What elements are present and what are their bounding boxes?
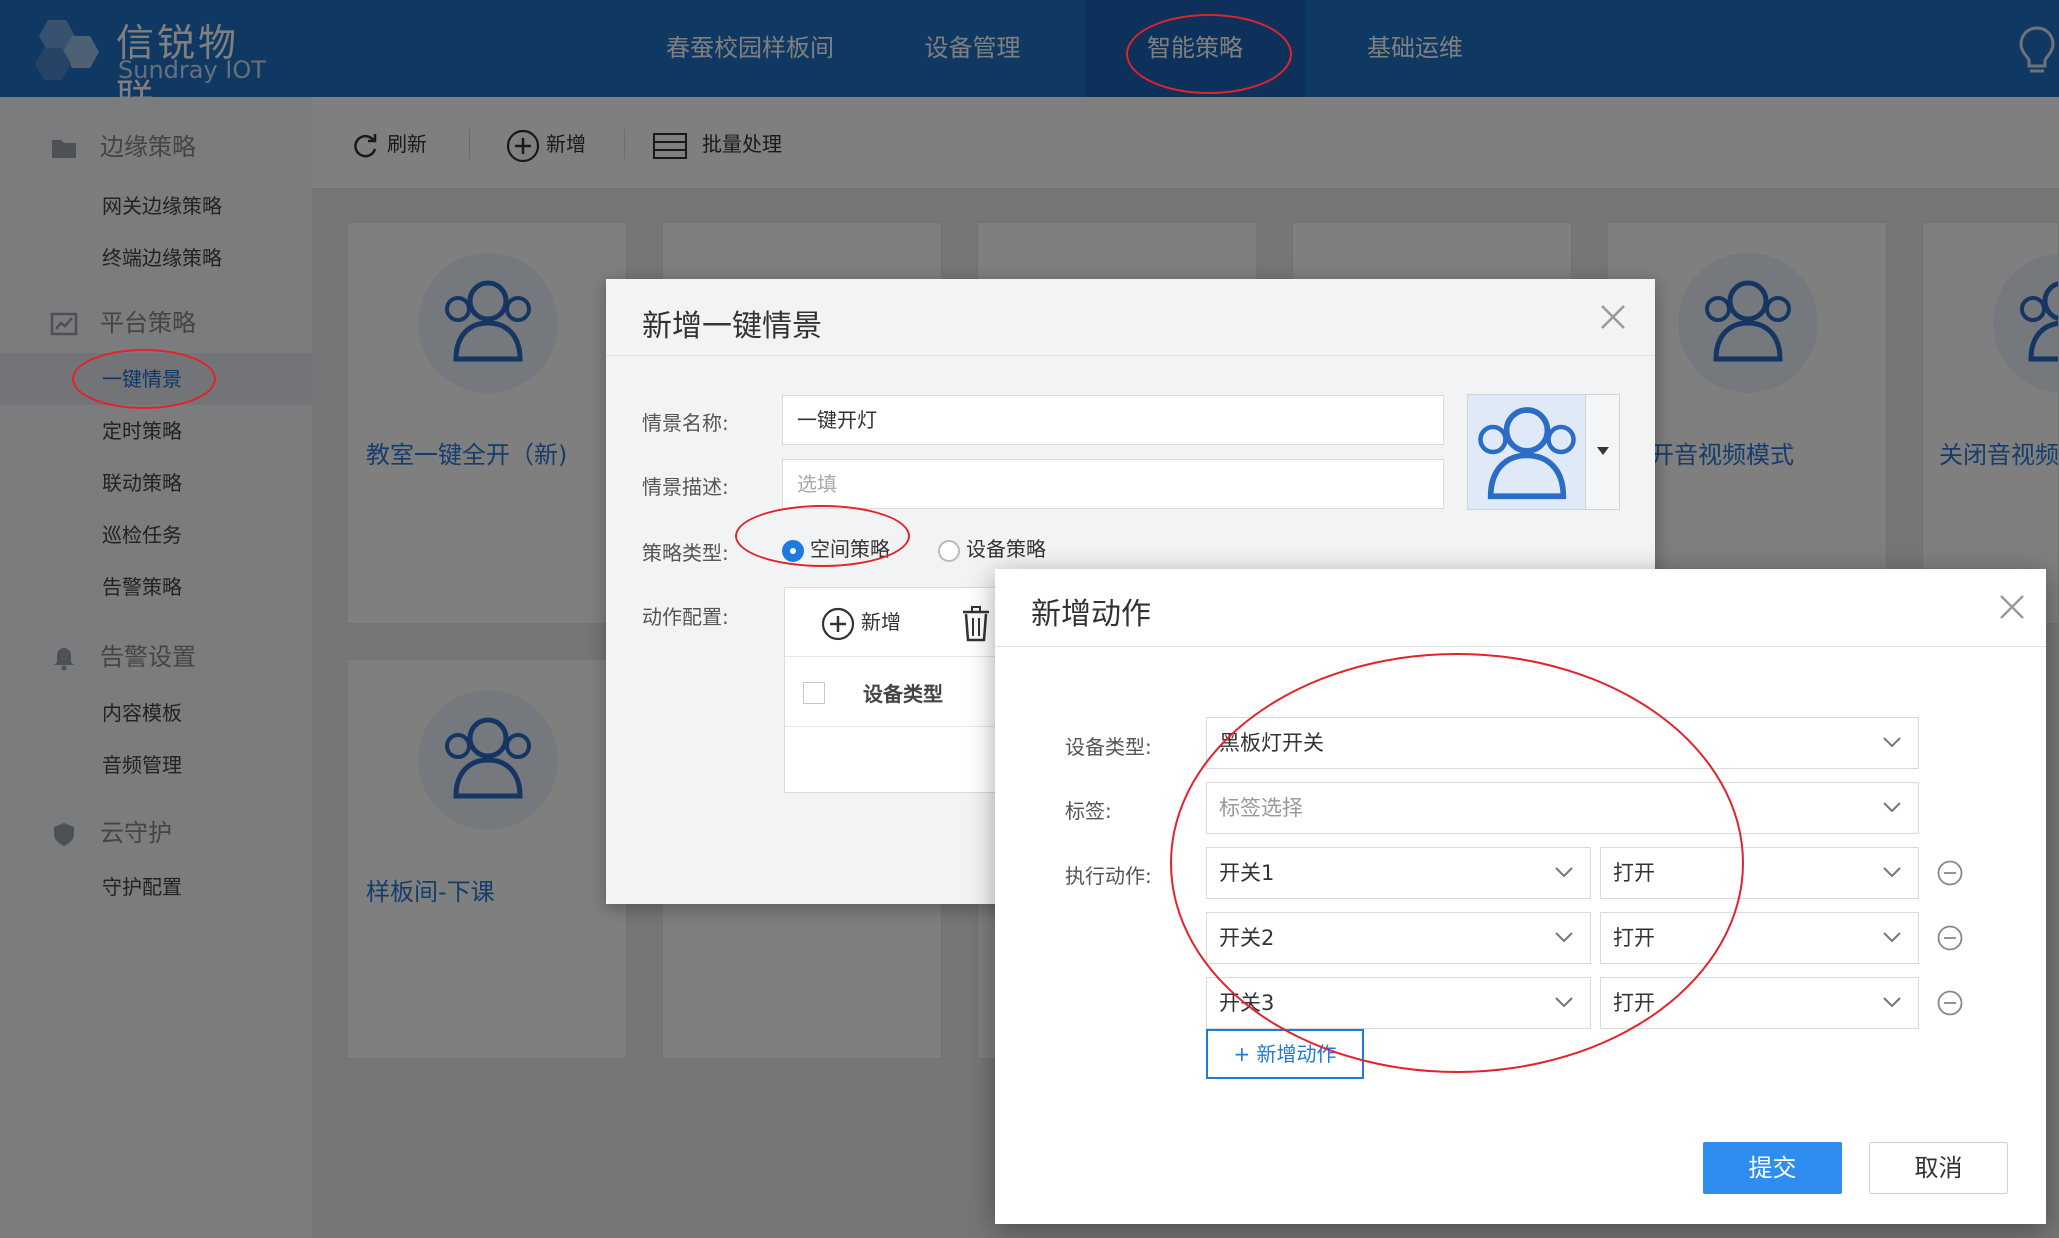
submit-button[interactable]: 提交 — [1703, 1142, 1842, 1194]
scene-desc-label: 情景描述: — [642, 475, 729, 499]
cancel-button[interactable]: 取消 — [1869, 1142, 2008, 1194]
scene-name-label: 情景名称: — [642, 411, 729, 435]
tag-label: 标签: — [1065, 799, 1112, 823]
device-type-select[interactable]: 黑板灯开关 — [1206, 717, 1919, 769]
switch-select[interactable]: 开关3 — [1206, 977, 1591, 1029]
dialog-header: 新增一键情景 — [606, 279, 1655, 356]
caret-down-icon — [1597, 447, 1609, 455]
radio-indicator — [938, 539, 960, 562]
remove-row-icon[interactable] — [1937, 860, 1963, 886]
action-value: 打开 — [1613, 861, 1655, 885]
chevron-down-icon — [1883, 867, 1901, 878]
chevron-down-icon — [1883, 737, 1901, 748]
switch-value: 开关2 — [1219, 926, 1275, 950]
radio-label: 空间策略 — [810, 537, 890, 561]
switch-value: 开关3 — [1219, 991, 1275, 1015]
plus-circle-icon — [821, 607, 855, 640]
icon-dropdown-toggle[interactable] — [1585, 395, 1619, 509]
dialog-title: 新增动作 — [1031, 597, 1151, 632]
policy-type-label: 策略类型: — [642, 541, 729, 565]
scene-icon-picker[interactable] — [1467, 394, 1620, 510]
chevron-down-icon — [1883, 997, 1901, 1008]
add-action-dialog: 新增动作 设备类型: 黑板灯开关 标签: 标签选择 执行动作: 开关1 打开 开… — [995, 569, 2046, 1224]
action-value: 打开 — [1613, 991, 1655, 1015]
scene-icon-preview — [1468, 395, 1586, 509]
dialog-header: 新增动作 — [995, 569, 2046, 647]
tag-select[interactable]: 标签选择 — [1206, 782, 1919, 834]
add-action-row-button[interactable]: 新增 — [821, 604, 901, 641]
tag-placeholder: 标签选择 — [1219, 796, 1303, 820]
close-icon[interactable] — [1998, 593, 2026, 621]
chevron-down-icon — [1555, 867, 1573, 878]
exec-action-label: 执行动作: — [1065, 864, 1152, 888]
action-select[interactable]: 打开 — [1600, 977, 1919, 1029]
user-group-icon — [1478, 407, 1576, 500]
switch-select[interactable]: 开关1 — [1206, 847, 1591, 899]
remove-row-icon[interactable] — [1937, 990, 1963, 1016]
add-label: 新增 — [861, 610, 901, 634]
radio-space-policy[interactable]: 空间策略 — [782, 533, 890, 562]
select-all-checkbox[interactable] — [803, 682, 825, 704]
column-header-device-type: 设备类型 — [863, 682, 943, 706]
action-config-label: 动作配置: — [642, 605, 729, 629]
radio-device-policy[interactable]: 设备策略 — [938, 533, 1046, 562]
action-select[interactable]: 打开 — [1600, 847, 1919, 899]
close-icon[interactable] — [1599, 303, 1627, 331]
radio-indicator — [782, 539, 804, 562]
chevron-down-icon — [1883, 802, 1901, 813]
chevron-down-icon — [1883, 932, 1901, 943]
switch-select[interactable]: 开关2 — [1206, 912, 1591, 964]
radio-label: 设备策略 — [966, 537, 1046, 561]
remove-row-icon[interactable] — [1937, 925, 1963, 951]
dialog-title: 新增一键情景 — [642, 309, 822, 344]
add-action-button[interactable]: + 新增动作 — [1206, 1029, 1364, 1079]
chevron-down-icon — [1555, 932, 1573, 943]
chevron-down-icon — [1555, 997, 1573, 1008]
scene-desc-input[interactable]: 选填 — [782, 459, 1444, 509]
scene-name-input[interactable]: 一键开灯 — [782, 395, 1444, 445]
device-type-label: 设备类型: — [1065, 735, 1152, 759]
switch-value: 开关1 — [1219, 861, 1275, 885]
action-select[interactable]: 打开 — [1600, 912, 1919, 964]
trash-icon[interactable] — [961, 606, 991, 642]
device-type-value: 黑板灯开关 — [1219, 731, 1324, 755]
action-value: 打开 — [1613, 926, 1655, 950]
